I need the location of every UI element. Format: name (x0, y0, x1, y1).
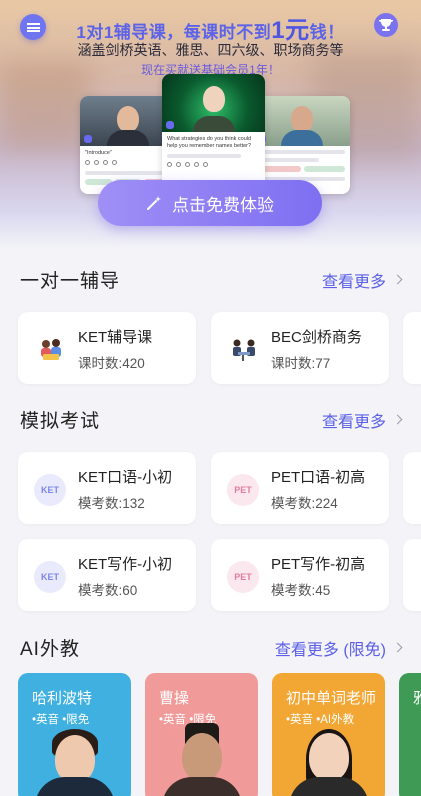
teacher-avatar (34, 777, 115, 796)
tutoring-header: 一对一辅导 查看更多 (20, 266, 403, 293)
section-title: 一对一辅导 (20, 271, 121, 292)
teacher-avatar (288, 777, 369, 796)
magic-wand-icon (147, 196, 161, 210)
ai-teacher-tags: •英音 •AI外教 (286, 714, 355, 726)
exam-title: PET写作-初高 (271, 556, 366, 573)
teacher-avatar (308, 733, 349, 781)
ai-teacher-name: 雅 (413, 690, 421, 707)
business-meeting-icon (233, 339, 255, 361)
teacher-avatar (54, 735, 95, 783)
course-card[interactable]: BEC剑桥商务 课时数:77 (211, 312, 389, 384)
pet-badge-icon: PET (227, 474, 259, 506)
exam-title: PET口语-初高 (271, 469, 366, 486)
ai-teacher-name: 初中单词老师 (286, 690, 377, 707)
exam-count: 模考数:224 (271, 496, 338, 511)
pet-badge-icon: PET (227, 561, 259, 593)
exam-card-partial[interactable] (403, 539, 421, 611)
teacher-avatar (161, 777, 242, 796)
ket-badge-icon: KET (34, 561, 66, 593)
ket-badge-icon: KET (34, 474, 66, 506)
course-title: BEC剑桥商务 (271, 329, 362, 346)
ai-teacher-card[interactable]: 哈利波特 •英音 •限免 (18, 673, 131, 796)
chevron-right-icon (392, 642, 403, 653)
course-title: KET辅导课 (78, 329, 153, 346)
tutoring-more-link[interactable]: 查看更多 (322, 268, 403, 292)
exams-more-link[interactable]: 查看更多 (322, 408, 403, 432)
exams-header: 模拟考试 查看更多 (20, 406, 403, 433)
exam-count: 模考数:132 (78, 496, 145, 511)
course-card-partial[interactable] (403, 312, 421, 384)
ai-teacher-card[interactable]: 初中单词老师 •英音 •AI外教 (272, 673, 385, 796)
free-trial-button[interactable]: 点击免费体验 (98, 180, 322, 226)
exam-card[interactable]: PET PET写作-初高 模考数:45 (211, 539, 389, 611)
app-preview-center: What strategies do you think could help … (162, 74, 265, 194)
section-title: AI外教 (20, 639, 80, 660)
ai-teachers-header: AI外教 查看更多 (限免) (20, 634, 403, 661)
hero-subtitle: 涵盖剑桥英语、雅思、四六级、职场商务等 (77, 42, 344, 58)
hero-banner: 1对1辅导课，每课时不到1元钱！ 涵盖剑桥英语、雅思、四六级、职场商务等 现在买… (0, 0, 421, 250)
exam-title: KET口语-小初 (78, 469, 173, 486)
ai-teacher-tags: •英音 •限免 (32, 714, 90, 726)
ai-teachers-more-link[interactable]: 查看更多 (限免) (275, 636, 403, 660)
exam-count: 模考数:60 (78, 583, 138, 598)
exam-count: 模考数:45 (271, 583, 331, 598)
ai-teacher-card[interactable]: 曹操 •英音 •限免 (145, 673, 258, 796)
exam-card[interactable]: KET KET写作-小初 模考数:60 (18, 539, 196, 611)
section-title: 模拟考试 (20, 411, 101, 432)
course-count: 课时数:420 (78, 356, 145, 371)
reading-kids-icon (41, 339, 61, 360)
ai-teacher-name: 曹操 (159, 690, 190, 707)
chevron-right-icon (392, 274, 403, 285)
ai-teacher-name: 哈利波特 (32, 690, 93, 707)
ai-teacher-card-partial[interactable]: 雅 (399, 673, 421, 796)
exam-card[interactable]: KET KET口语-小初 模考数:132 (18, 452, 196, 524)
exam-card[interactable]: PET PET口语-初高 模考数:224 (211, 452, 389, 524)
course-card[interactable]: KET辅导课 课时数:420 (18, 312, 196, 384)
exam-title: KET写作-小初 (78, 556, 173, 573)
free-trial-label: 点击免费体验 (172, 195, 274, 215)
teacher-avatar (181, 733, 222, 781)
course-count: 课时数:77 (271, 356, 331, 371)
exam-card-partial[interactable] (403, 452, 421, 524)
chevron-right-icon (392, 414, 403, 425)
